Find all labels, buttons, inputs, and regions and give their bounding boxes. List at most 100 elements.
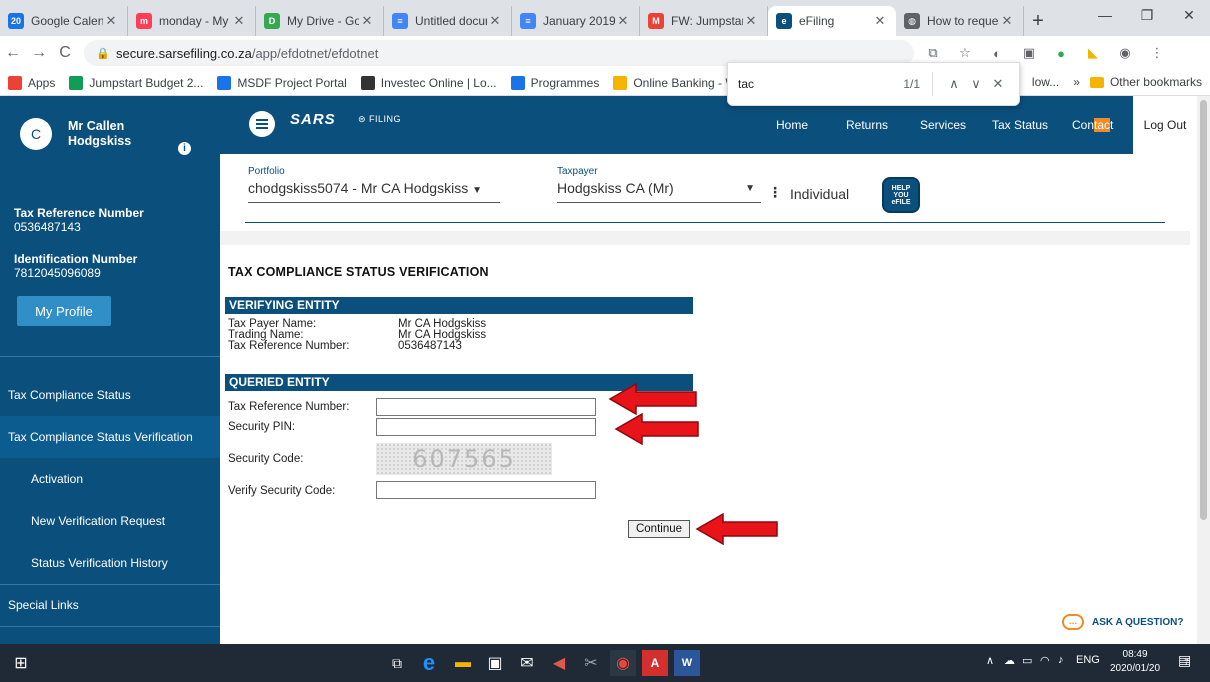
acrobat-icon[interactable]: A [642,650,668,676]
info-icon[interactable]: i [178,142,191,155]
sars-logo[interactable]: SARS [290,111,336,128]
extension-icon-3[interactable]: ● [1048,43,1074,63]
bookmark-item[interactable]: Apps [8,75,55,90]
bookmark-partial[interactable]: low... [1032,75,1059,89]
menu-icon[interactable] [249,111,275,137]
tab-close-icon[interactable]: ✕ [487,13,503,29]
snipping-tool-icon[interactable]: ✂ [578,650,604,676]
tray-chevron-icon[interactable]: ∧ [986,654,994,667]
portfolio-select[interactable]: Portfolio chodgskiss5074 - Mr CA Hodgski… [248,166,500,203]
close-window-icon[interactable]: ✕ [1168,0,1210,30]
page-scrollbar[interactable] [1197,96,1210,644]
restore-icon[interactable]: ❐ [1126,0,1168,30]
browser-tab[interactable]: ≡ January 2019 I ✕ [512,6,640,36]
clock-time: 08:49 [1122,649,1148,660]
bookmark-item[interactable]: Programmes [510,75,599,90]
sidebar-nav-item[interactable]: New Verification Request [0,500,220,542]
sidebar-nav-item[interactable]: Tax Compliance Status Verification [0,416,220,458]
nav-home[interactable]: Home [776,118,808,132]
windows-start-icon[interactable]: ⊞ [8,650,34,676]
app-icon[interactable]: ◀ [546,650,572,676]
tab-close-icon[interactable]: ✕ [359,13,375,29]
bookmark-icon [613,75,628,90]
sidebar-nav-item[interactable]: Special Links [0,584,220,626]
volume-icon[interactable]: ♪ [1058,654,1064,666]
edge-browser-icon[interactable]: e [416,650,442,676]
tab-close-icon[interactable]: ✕ [743,13,759,29]
other-bookmarks[interactable]: Other bookmarks [1110,75,1202,89]
nav-returns[interactable]: Returns [846,118,888,132]
user-block: C Mr Callen Hodgskiss [20,118,148,150]
nav-contact-post: t [1110,118,1114,132]
my-profile-button[interactable]: My Profile [17,296,111,326]
sidebar-divider [0,626,220,627]
sidebar-nav-item[interactable]: Status Verification History [0,542,220,584]
scrollbar-thumb[interactable] [1200,100,1207,520]
mail-icon[interactable]: ✉ [514,650,540,676]
screenshot-ext-icon[interactable]: ⧉ [920,43,946,63]
chrome-taskbar-icon[interactable]: ◉ [610,650,636,676]
file-explorer-icon[interactable]: ▬ [450,650,476,676]
browser-tab[interactable]: e eFiling ✕ [768,6,896,36]
extension-icon-2[interactable]: ▣ [1016,43,1042,63]
nav-tax-status[interactable]: Tax Status [992,118,1048,132]
browser-tab[interactable]: M FW: Jumpstart ✕ [640,6,768,36]
profile-avatar-icon[interactable]: ◉ [1112,43,1138,63]
tab-close-icon[interactable]: ✕ [231,13,247,29]
sidebar: C Mr Callen Hodgskiss i Tax Reference Nu… [0,96,220,644]
nav-services[interactable]: Services [920,118,966,132]
wifi-icon[interactable]: ◠ [1040,654,1050,667]
minimize-icon[interactable]: — [1084,0,1126,30]
store-icon[interactable]: ▣ [482,650,508,676]
bookmark-item[interactable]: MSDF Project Portal [217,75,347,90]
browser-tab[interactable]: ◍ How to reques ✕ [896,6,1024,36]
tab-close-icon[interactable]: ✕ [103,13,119,29]
find-close-icon[interactable]: ✕ [987,76,1009,92]
language-indicator[interactable]: ENG [1076,654,1100,666]
bookmark-item[interactable]: Investec Online | Lo... [360,75,497,90]
browser-tab[interactable]: ≡ Untitled docum✕ [384,6,512,36]
bookmarks-overflow[interactable]: » [1073,75,1080,89]
tab-close-icon[interactable]: ✕ [999,13,1015,29]
tax-ref-label: Tax Reference Number [14,206,144,220]
ask-a-question-link[interactable]: … ASK A QUESTION? [1062,614,1183,630]
task-view-icon[interactable]: ⧉ [384,650,410,676]
sidebar-nav-item[interactable]: Tax Compliance Status [0,374,220,416]
star-icon[interactable]: ☆ [952,43,978,63]
tab-close-icon[interactable]: ✕ [615,13,631,29]
onedrive-icon[interactable]: ☁ [1004,654,1015,667]
notifications-icon[interactable]: ▤7 [1178,652,1191,669]
logout-button[interactable]: Log Out [1133,96,1197,154]
more-icon[interactable]: ⋮ [768,184,782,201]
taskbar-clock[interactable]: 08:49 2020/01/20 [1110,648,1160,676]
tab-close-icon[interactable]: ✕ [872,13,888,29]
find-prev-icon[interactable]: ∧ [943,76,965,92]
new-tab-button[interactable]: + [1024,6,1052,36]
windows-taskbar: ⊞ ⧉ e ▬ ▣ ✉ ◀ ✂ ◉ A W ∧ ☁ ▭ ◠ ♪ ENG 08:4… [0,644,1210,682]
browser-tab[interactable]: m monday - My ✕ [128,6,256,36]
word-icon[interactable]: W [674,650,700,676]
continue-button[interactable]: Continue [628,520,690,538]
security-pin-input[interactable] [376,418,596,436]
bookmark-item[interactable]: Jumpstart Budget 2... [69,75,203,90]
verify-code-input[interactable] [376,481,596,499]
extension-icon[interactable]: ◐ [984,43,1010,63]
back-icon[interactable]: ← [0,44,26,62]
nav-contact[interactable]: Contact [1072,118,1113,132]
find-next-icon[interactable]: ∨ [965,76,987,92]
tab-favicon-icon: ◍ [904,13,920,29]
chrome-menu-icon[interactable]: ⋮ [1144,43,1170,63]
forward-icon[interactable]: → [26,44,52,62]
help-you-efile-badge[interactable]: HELP YOU eFILE [882,177,920,213]
battery-icon[interactable]: ▭ [1022,654,1032,667]
rss-icon[interactable]: ◣ [1080,43,1106,63]
browser-tab[interactable]: 20 Google Calend✕ [0,6,128,36]
reload-icon[interactable]: C [52,44,78,62]
find-input[interactable]: tac [738,77,903,91]
taxpayer-select[interactable]: Taxpayer Hodgskiss CA (Mr) ▼ [557,166,761,203]
content-area [220,154,1197,644]
sidebar-nav-item[interactable]: Activation [0,458,220,500]
browser-tab[interactable]: D My Drive - Goo✕ [256,6,384,36]
tax-ref-input[interactable] [376,398,596,416]
tab-label: eFiling [799,14,835,28]
